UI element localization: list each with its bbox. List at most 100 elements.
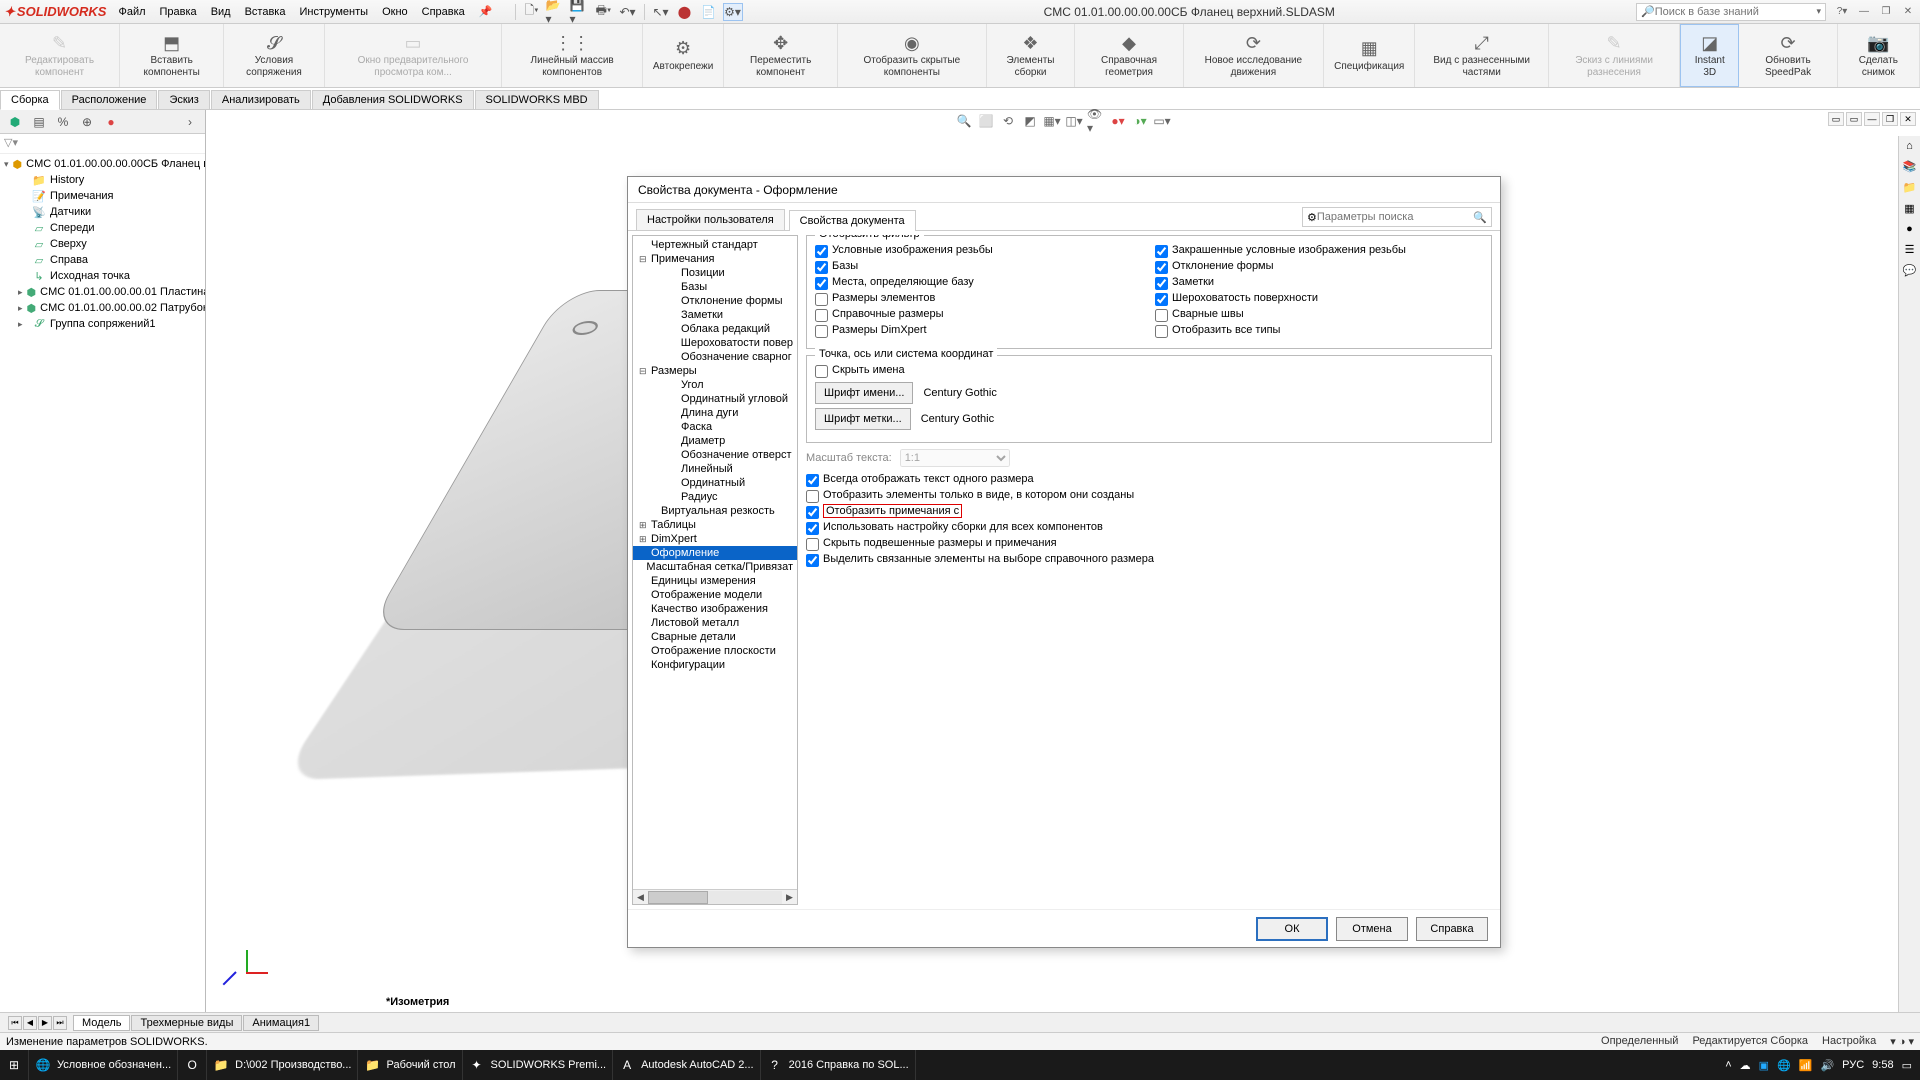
zoom-fit-icon[interactable]: 🔍 xyxy=(955,112,973,130)
option-row[interactable]: Отобразить примечания с xyxy=(806,505,1492,519)
dlg-tree-item[interactable]: Ординатный xyxy=(633,476,797,490)
prev-tab-icon[interactable]: ◀ xyxy=(23,1016,37,1030)
checkbox-row[interactable]: Заметки xyxy=(1155,276,1483,290)
menu-Правка[interactable]: Правка xyxy=(154,4,203,20)
dlg-tree-item[interactable]: ⊟Примечания xyxy=(633,252,797,266)
option-row[interactable]: Отобразить элементы только в виде, в кот… xyxy=(806,489,1492,503)
dialog-search[interactable]: ⚙ 🔍 xyxy=(1302,207,1492,227)
feature-tree[interactable]: ▾⬢ CMC 01.01.00.00.00.00СБ Фланец верхни… xyxy=(0,154,205,1012)
dlg-tree-item[interactable]: ⊞Таблицы xyxy=(633,518,797,532)
tray-lang[interactable]: РУС xyxy=(1842,1059,1864,1071)
vp-close-icon[interactable]: ✕ xyxy=(1900,112,1916,126)
hide-show-icon[interactable]: 👁▾ xyxy=(1087,112,1105,130)
view-orientation-icon[interactable]: ▦▾ xyxy=(1043,112,1061,130)
menu-Справка[interactable]: Справка xyxy=(416,4,471,20)
tree-item[interactable]: 📡Датчики xyxy=(0,204,205,220)
tab-3dviews[interactable]: Трехмерные виды xyxy=(131,1015,242,1031)
tab-doc-properties[interactable]: Свойства документа xyxy=(789,210,916,231)
dlg-tree-item[interactable]: Базы xyxy=(633,280,797,294)
taskbar-app[interactable]: ?2016 Справка по SOL... xyxy=(761,1050,916,1080)
checkbox-row[interactable]: Отобразить все типы xyxy=(1155,324,1483,338)
tree-hscrollbar[interactable]: ◀ ▶ xyxy=(633,889,797,904)
search-dropdown-icon[interactable]: ▾ xyxy=(1816,6,1821,17)
dlg-tree-item[interactable]: Единицы измерения xyxy=(633,574,797,588)
dlg-tree-item[interactable]: Сварные детали xyxy=(633,630,797,644)
checkbox[interactable] xyxy=(815,261,828,274)
dlg-tree-item[interactable]: Шероховатости повер xyxy=(633,336,797,350)
option-row[interactable]: Всегда отображать текст одного размера xyxy=(806,473,1492,487)
tray-wifi-icon[interactable]: 📶 xyxy=(1799,1059,1813,1072)
rtab-Сборка[interactable]: Сборка xyxy=(0,90,60,110)
ribbon-Линейный[interactable]: ⋮⋮Линейный массив компонентов xyxy=(502,24,643,87)
checkbox-row[interactable]: Сварные швы xyxy=(1155,308,1483,322)
forum-icon[interactable]: 💬 xyxy=(1903,264,1917,277)
ribbon-Автокрепежи[interactable]: ⚙Автокрепежи xyxy=(643,24,724,87)
tab-model[interactable]: Модель xyxy=(73,1015,130,1031)
tray-network-icon[interactable]: 🌐 xyxy=(1777,1059,1791,1072)
ribbon-Instant[interactable]: ◪Instant 3D xyxy=(1680,24,1739,87)
taskbar-app[interactable]: 🌐Условное обозначен... xyxy=(29,1050,178,1080)
ribbon-Вставить[interactable]: ⬒Вставить компоненты xyxy=(120,24,224,87)
new-doc-icon[interactable]: 🗋▾ xyxy=(522,3,542,21)
dlg-tree-item[interactable]: Угол xyxy=(633,378,797,392)
taskbar-app[interactable]: ⊞ xyxy=(0,1050,29,1080)
ribbon-Переместить[interactable]: ✥Переместить компонент xyxy=(724,24,838,87)
checkbox[interactable] xyxy=(1155,245,1168,258)
ribbon-Отобразить[interactable]: ◉Отобразить скрытые компоненты xyxy=(838,24,987,87)
appearances-icon[interactable]: ● xyxy=(1906,223,1913,235)
checkbox[interactable] xyxy=(806,522,819,535)
dlg-tree-item[interactable]: ⊞DimXpert xyxy=(633,532,797,546)
rtab-Добавления SOLIDWORKS[interactable]: Добавления SOLIDWORKS xyxy=(312,90,474,109)
tree-root[interactable]: ▾⬢ CMC 01.01.00.00.00.00СБ Фланец верхни… xyxy=(0,156,205,172)
dlg-tree-item[interactable]: Листовой металл xyxy=(633,616,797,630)
tray-notifications-icon[interactable]: ▭ xyxy=(1902,1059,1912,1072)
dlg-tree-item[interactable]: Радиус xyxy=(633,490,797,504)
sw-resources-icon[interactable]: ⌂ xyxy=(1906,140,1913,152)
checkbox[interactable] xyxy=(806,554,819,567)
menu-Инструменты[interactable]: Инструменты xyxy=(293,4,374,20)
dlg-tree-item[interactable]: Конфигурации xyxy=(633,658,797,672)
cancel-button[interactable]: Отмена xyxy=(1336,917,1408,941)
taskbar-app[interactable]: O xyxy=(178,1050,207,1080)
menu-Файл[interactable]: Файл xyxy=(112,4,151,20)
dlg-tree-item[interactable]: Оформление xyxy=(633,546,797,560)
property-icon[interactable]: % xyxy=(52,113,74,131)
hide-names-row[interactable]: Скрыть имена xyxy=(815,364,1483,378)
checkbox-row[interactable]: Условные изображения резьбы xyxy=(815,244,1143,258)
dlg-tree-item[interactable]: Фаска xyxy=(633,420,797,434)
rtab-Расположение[interactable]: Расположение xyxy=(61,90,158,109)
tree-item[interactable]: 📝Примечания xyxy=(0,188,205,204)
checkbox[interactable] xyxy=(1155,261,1168,274)
minimize-icon[interactable]: — xyxy=(1856,4,1872,20)
dlg-tree-item[interactable]: Ординатный угловой xyxy=(633,392,797,406)
vp-panel1-icon[interactable]: ▭ xyxy=(1828,112,1844,126)
dlg-tree-item[interactable]: Заметки xyxy=(633,308,797,322)
checkbox-row[interactable]: Отклонение формы xyxy=(1155,260,1483,274)
expand-tree-icon[interactable]: › xyxy=(179,113,201,131)
restore-icon[interactable]: ❐ xyxy=(1878,4,1894,20)
dlg-tree-item[interactable]: Отклонение формы xyxy=(633,294,797,308)
dialog-search-input[interactable] xyxy=(1317,211,1473,223)
option-row[interactable]: Выделить связанные элементы на выборе сп… xyxy=(806,553,1492,567)
dlg-tree-item[interactable]: Обозначение сварног xyxy=(633,350,797,364)
vp-max-icon[interactable]: ❐ xyxy=(1882,112,1898,126)
checkbox[interactable] xyxy=(1155,293,1168,306)
rtab-Анализировать[interactable]: Анализировать xyxy=(211,90,311,109)
tree-item[interactable]: 📁History xyxy=(0,172,205,188)
options-icon[interactable]: ⚙▾ xyxy=(723,3,743,21)
label-font-button[interactable]: Шрифт метки... xyxy=(815,408,911,430)
ok-button[interactable]: ОК xyxy=(1256,917,1328,941)
close-icon[interactable]: ✕ xyxy=(1900,4,1916,20)
tray-up-icon[interactable]: ˄ xyxy=(1725,1059,1731,1071)
dlg-tree-item[interactable]: Отображение модели xyxy=(633,588,797,602)
select-icon[interactable]: ↖▾ xyxy=(651,3,671,21)
ribbon-Обновить[interactable]: ⟳Обновить SpeedPak xyxy=(1739,24,1837,87)
dlg-tree-item[interactable]: Диаметр xyxy=(633,434,797,448)
design-library-icon[interactable]: 📚 xyxy=(1903,160,1917,173)
name-font-button[interactable]: Шрифт имени... xyxy=(815,382,913,404)
checkbox-row[interactable]: Места, определяющие базу xyxy=(815,276,1143,290)
dialog-nav-tree[interactable]: Чертежный стандарт⊟ПримечанияПозицииБазы… xyxy=(632,235,798,905)
dlg-tree-item[interactable]: Чертежный стандарт xyxy=(633,238,797,252)
file-explorer-icon[interactable]: 📁 xyxy=(1903,181,1917,194)
checkbox-row[interactable]: Справочные размеры xyxy=(815,308,1143,322)
